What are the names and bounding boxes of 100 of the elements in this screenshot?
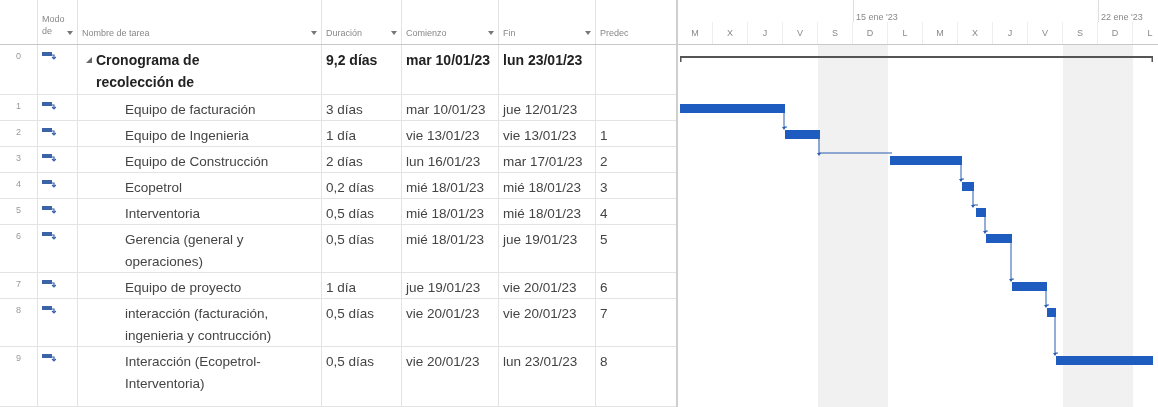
predecessor-cell-text: 6 (600, 279, 608, 297)
dropdown-icon[interactable] (488, 31, 494, 35)
finish-date-cell-text: vie 20/01/23 (503, 279, 577, 297)
task-mode-icon (42, 279, 56, 288)
duration-cell-text: 2 días (326, 153, 363, 171)
task-bar[interactable] (890, 156, 962, 165)
duration-cell-text: 3 días (326, 101, 363, 119)
start-date-cell-text: vie 20/01/23 (406, 353, 480, 371)
week-label: 22 ene '23 (1101, 12, 1143, 22)
day-label: S (1077, 28, 1083, 38)
row-number: 4 (16, 178, 21, 189)
column-header[interactable]: Comienzo (406, 28, 447, 38)
day-label: J (762, 28, 768, 38)
predecessor-cell-text: 2 (600, 153, 608, 171)
row-number: 7 (16, 278, 21, 289)
day-label: V (1042, 28, 1048, 38)
start-date-cell-text: mié 18/01/23 (406, 179, 485, 197)
summary-bar[interactable] (680, 56, 1153, 62)
task-name: Equipo de Ingenieria (124, 127, 249, 145)
column-header[interactable]: Predec (600, 28, 629, 38)
row-number: 9 (16, 352, 21, 363)
task-bar[interactable] (680, 104, 785, 113)
week-label: 15 ene '23 (856, 12, 898, 22)
task-bar[interactable] (1056, 356, 1153, 365)
task-name: Gerencia (general y operaciones) (124, 231, 245, 271)
start-date-cell-text: mié 18/01/23 (406, 205, 485, 223)
task-name: Equipo de facturación (124, 101, 256, 119)
day-label: D (1111, 28, 1119, 38)
task-mode-icon (42, 305, 56, 314)
column-header[interactable]: Fin (503, 28, 516, 38)
day-label: S (832, 28, 838, 38)
finish-date-cell-text: lun 23/01/23 (503, 353, 578, 371)
dependency-arrow (983, 216, 989, 234)
duration-cell-text: 0,5 días (326, 305, 375, 323)
predecessor-cell-text: 4 (600, 205, 608, 223)
day-label: M (936, 28, 944, 38)
dependency-arrow (971, 190, 979, 208)
row-number: 2 (16, 126, 21, 137)
dropdown-icon[interactable] (391, 31, 397, 35)
task-mode-icon (42, 179, 56, 188)
task-bar[interactable] (1047, 308, 1056, 317)
start-date-cell-text: jue 19/01/23 (406, 279, 481, 297)
day-label: X (727, 28, 733, 38)
dropdown-icon[interactable] (67, 31, 73, 35)
task-mode-icon (42, 51, 56, 60)
dropdown-icon[interactable] (585, 31, 591, 35)
day-label: M (691, 28, 699, 38)
finish-date-cell-text: jue 12/01/23 (503, 101, 578, 119)
dependency-arrow (782, 112, 788, 130)
task-mode-icon (42, 153, 56, 162)
day-label: X (972, 28, 978, 38)
start-date-cell-text: mar 10/01/23 (406, 51, 491, 70)
dependency-arrow (1053, 316, 1059, 356)
finish-date-cell-text: vie 13/01/23 (503, 127, 577, 145)
task-bar[interactable] (986, 234, 1012, 243)
finish-date-cell-text: jue 19/01/23 (503, 231, 578, 249)
duration-cell-text: 0,5 días (326, 353, 375, 371)
row-number: 8 (16, 304, 21, 315)
task-name: Equipo de proyecto (124, 279, 242, 297)
day-label: J (1007, 28, 1013, 38)
task-bar[interactable] (962, 182, 974, 191)
duration-cell-text: 9,2 días (326, 51, 378, 70)
duration-cell-text: 0,2 días (326, 179, 375, 197)
start-date-cell-text: mié 18/01/23 (406, 231, 485, 249)
day-label: L (1147, 28, 1153, 38)
duration-cell-text: 0,5 días (326, 231, 375, 249)
predecessor-cell-text: 7 (600, 305, 608, 323)
row-number: 3 (16, 152, 21, 163)
task-mode-icon (42, 101, 56, 110)
collapse-icon[interactable] (86, 57, 92, 63)
finish-date-cell-text: mié 18/01/23 (503, 205, 582, 223)
predecessor-cell-text: 8 (600, 353, 608, 371)
task-bar[interactable] (785, 130, 820, 139)
task-bar[interactable] (976, 208, 986, 217)
day-label: L (902, 28, 908, 38)
row-number: 5 (16, 204, 21, 215)
dependency-arrow (1044, 290, 1050, 308)
row-number: 6 (16, 230, 21, 241)
task-mode-icon (42, 231, 56, 240)
day-label: V (797, 28, 803, 38)
row-number: 1 (16, 100, 21, 111)
dropdown-icon[interactable] (311, 31, 317, 35)
finish-date-cell-text: vie 20/01/23 (503, 305, 577, 323)
column-header[interactable]: Nombre de tarea (82, 28, 150, 38)
task-name: Interacción (Ecopetrol-Interventoria) (124, 353, 262, 393)
task-mode-icon (42, 127, 56, 136)
column-header[interactable]: Duración (326, 28, 363, 38)
finish-date-cell-text: mié 18/01/23 (503, 179, 582, 197)
task-name: interacción (facturación, ingenieria y contrucción) (124, 305, 273, 345)
start-date-cell-text: vie 20/01/23 (406, 305, 480, 323)
day-label: D (866, 28, 874, 38)
task-bar[interactable] (1012, 282, 1047, 291)
start-date-cell-text: vie 13/01/23 (406, 127, 480, 145)
predecessor-cell-text: 3 (600, 179, 608, 197)
finish-date-cell-text: mar 17/01/23 (503, 153, 583, 171)
dependency-arrow (1009, 242, 1015, 282)
finish-date-cell-text: lun 23/01/23 (503, 51, 583, 70)
column-header[interactable]: Modo de (42, 12, 66, 38)
task-name: Ecopetrol (124, 179, 183, 197)
duration-cell-text: 1 día (326, 279, 357, 297)
